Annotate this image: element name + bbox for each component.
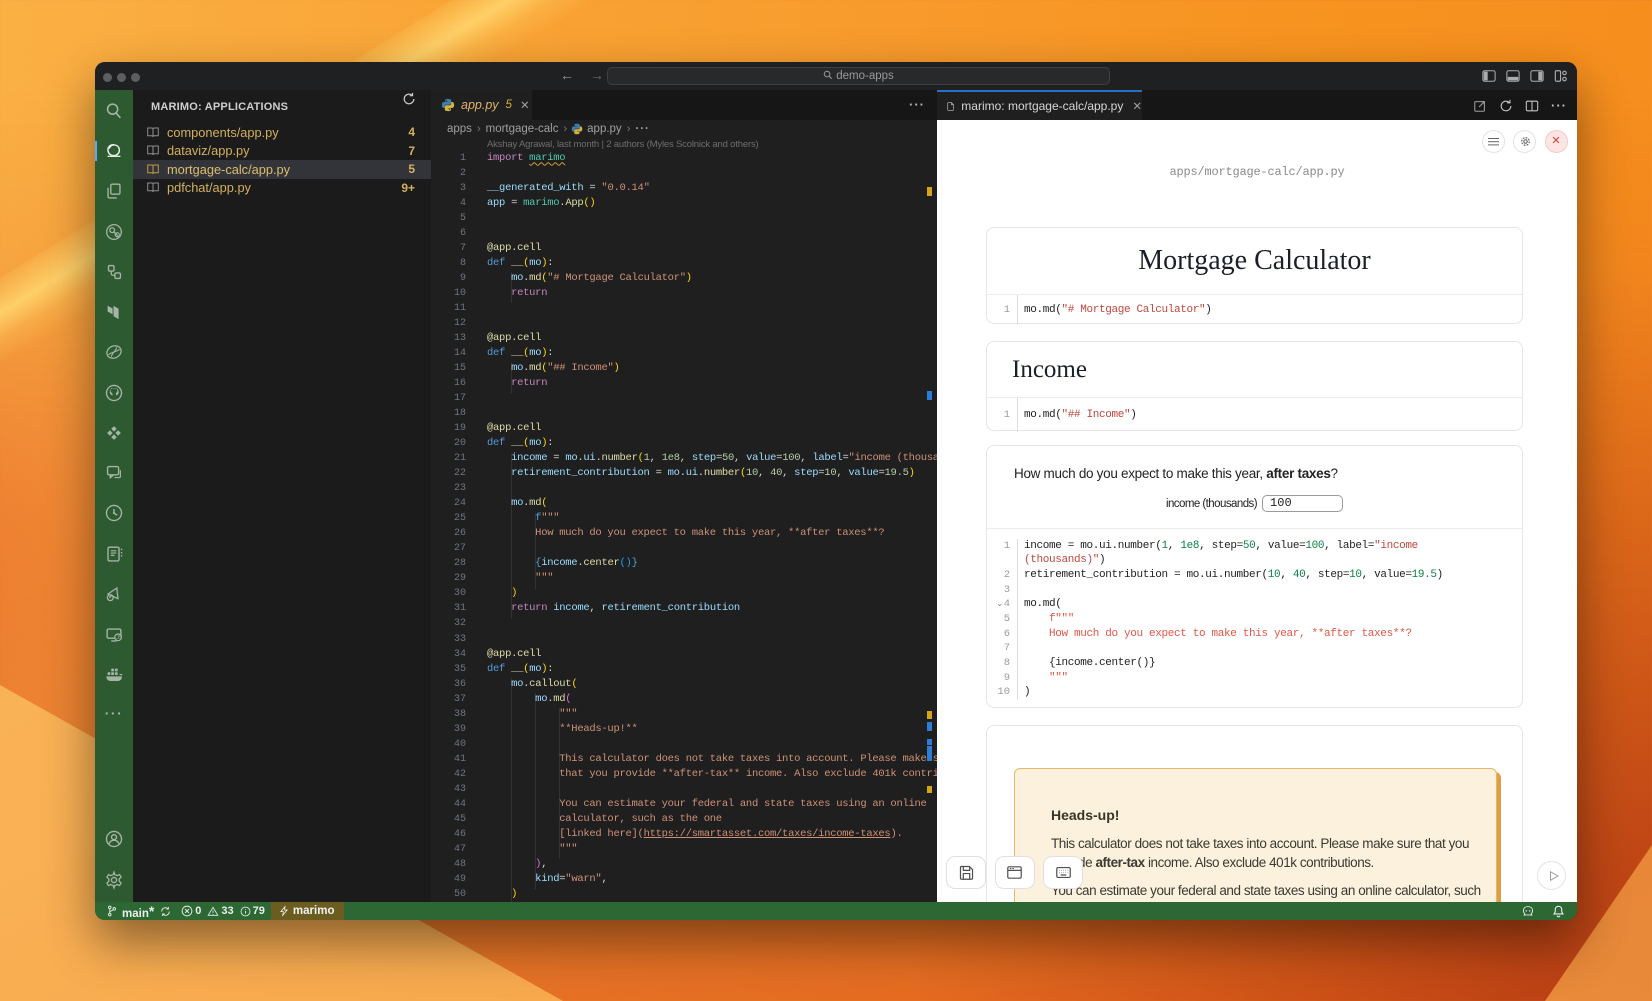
svg-text:JS: JS <box>116 635 123 641</box>
